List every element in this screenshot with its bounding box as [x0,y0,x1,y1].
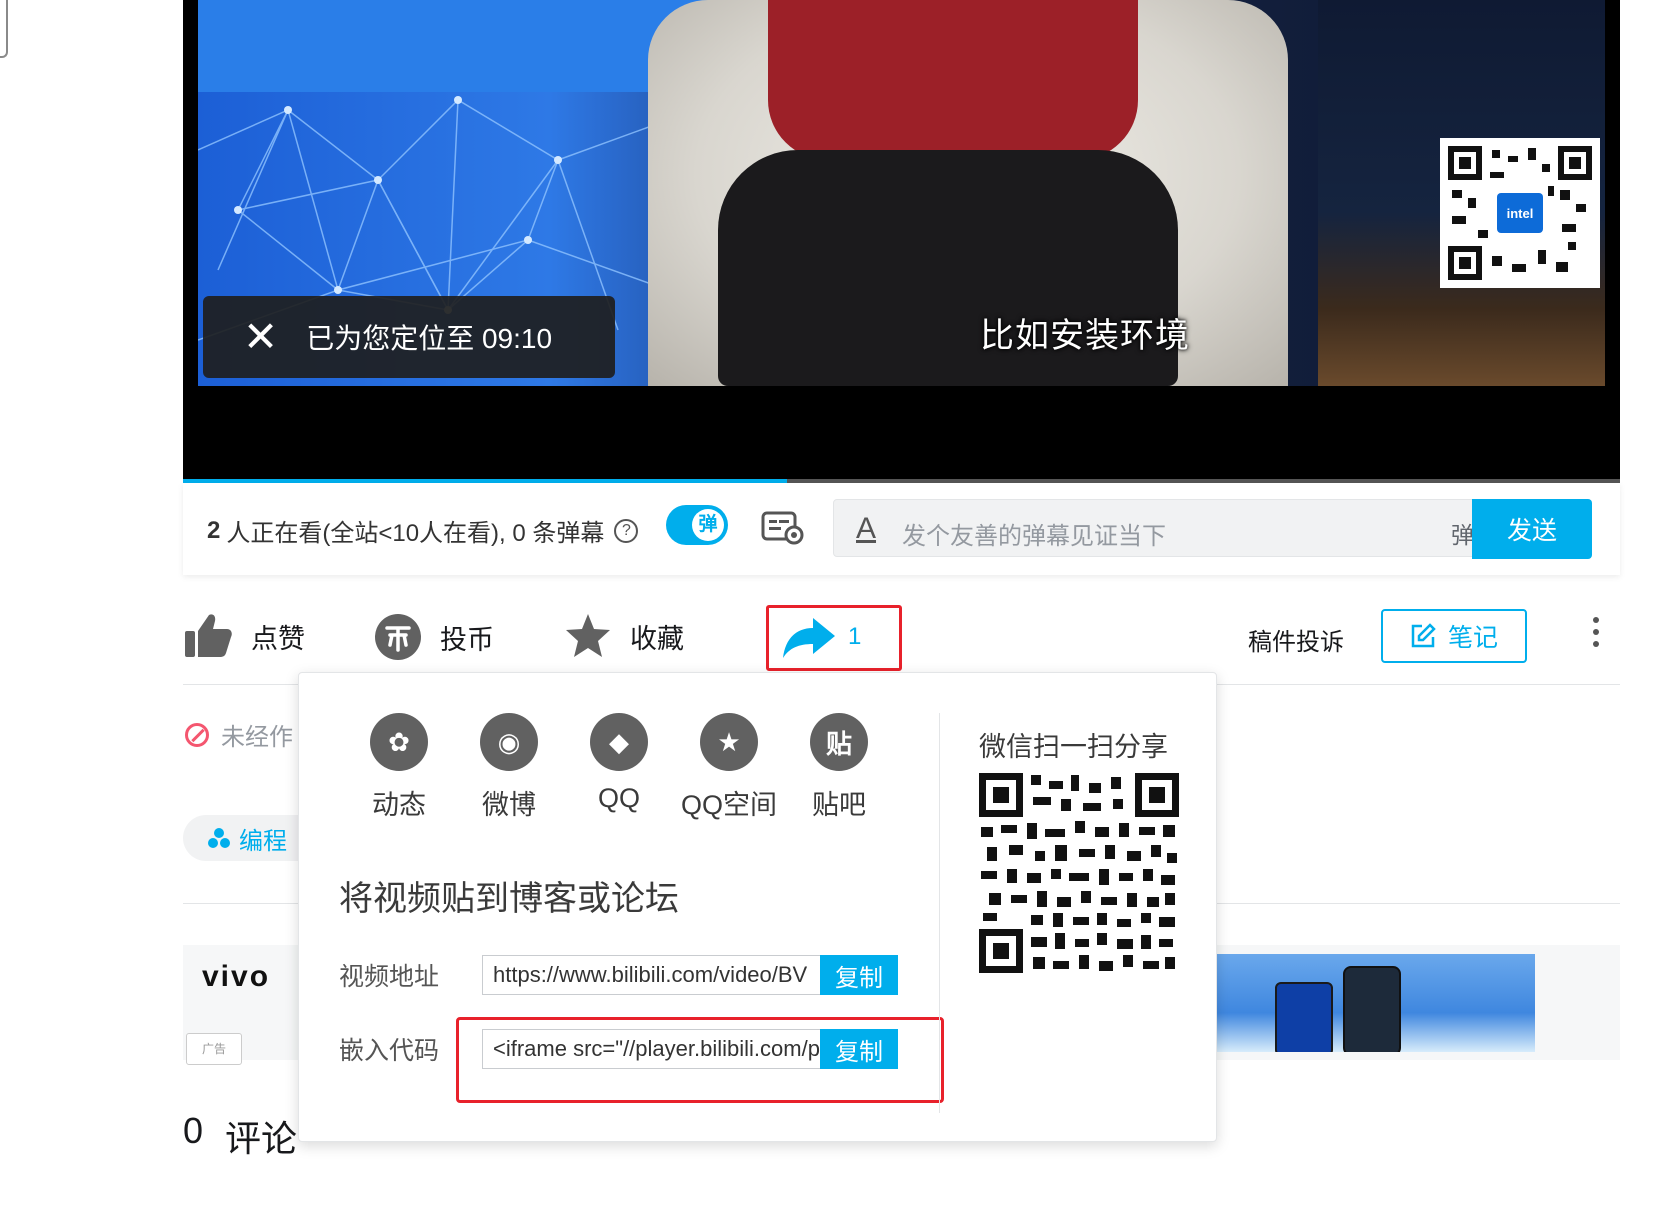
report-link[interactable]: 稿件投诉 [1248,622,1344,657]
share-button-highlight[interactable] [766,605,902,671]
wechat-qr-code [979,773,1179,973]
coin-icon [375,614,421,660]
no-repost-notice: 未经作 [185,717,293,752]
share-popup: ✿ 动态 ◉ 微博 ◆ QQ ★ QQ空间 贴 贴吧 将视频贴到博客或论坛 视频… [298,672,1217,1142]
notes-label: 笔记 [1447,624,1498,652]
danmaku-settings-icon[interactable] [761,509,805,545]
ad-mark: 广告 [186,1033,242,1065]
wechat-share-title: 微信扫一扫分享 [979,732,1168,762]
share-target-label: 贴吧 [812,790,866,820]
phone-image [1275,982,1333,1052]
send-danmaku-button[interactable]: 发送 [1472,499,1592,559]
video-backdrop-banner [198,0,718,92]
font-style-icon[interactable]: A [856,512,876,546]
viewer-count: 2 人正在看(全站<10人在看), 0 条弹幕 ? [207,513,639,548]
video-url-row: 视频地址 https://www.bilibili.com/video/BV 复… [339,955,898,995]
tieba-icon: 贴 [810,713,868,771]
share-target-label: 动态 [372,790,426,820]
weibo-icon: ◉ [480,713,538,771]
qzone-icon: ★ [700,713,758,771]
help-icon[interactable]: ? [614,518,639,543]
embed-section-title: 将视频贴到博客或论坛 [339,880,679,918]
favorite-label: 收藏 [630,623,684,654]
video-url-label: 视频地址 [339,963,440,991]
coin-button[interactable]: 投币 [374,613,494,661]
like-label: 点赞 [251,623,305,654]
no-repost-text: 未经作 [221,724,293,751]
presenter-shirt [768,0,1138,160]
embed-code-highlight [456,1017,944,1103]
share-target-qq[interactable]: ◆ QQ [564,713,674,822]
video-actions: 点赞 投币 收藏 1 稿件投诉 笔记 [183,605,1620,675]
star-icon [566,614,610,657]
close-icon[interactable]: ✕ [243,316,278,358]
tag-icon [208,828,230,848]
comment-label: 评论 [225,1118,298,1159]
window-edge [0,0,8,58]
share-target-tieba[interactable]: 贴 贴吧 [784,713,894,822]
toast-text: 已为您定位至 09:10 [306,323,553,354]
video-player[interactable]: intel 比如安装环境 [183,0,1620,482]
share-target-label: 微博 [482,790,536,820]
like-button[interactable]: 点赞 [183,613,305,659]
notes-button[interactable]: 笔记 [1381,609,1527,663]
share-target-label: QQ空间 [680,790,777,820]
share-count: 1 [848,623,862,650]
ban-icon [185,722,209,747]
danmaku-placeholder: 发个友善的弹幕见证当下 [902,523,1166,550]
video-qr-code: intel [1440,138,1600,288]
share-target-qzone[interactable]: ★ QQ空间 [674,713,784,822]
favorite-button[interactable]: 收藏 [564,613,684,659]
copy-url-button[interactable]: 复制 [820,955,898,995]
viewer-number: 2 [207,516,221,544]
coin-label: 投币 [440,624,494,655]
tag-label: 编程 [239,827,287,855]
video-subtitle: 比如安装环境 [980,317,1190,355]
edit-note-icon [1411,623,1436,648]
vivo-logo: vivo [202,960,271,993]
video-url-field[interactable]: https://www.bilibili.com/video/BV [482,955,820,995]
qq-icon: ◆ [590,713,648,771]
intel-logo: intel [1497,193,1543,233]
thumbs-up-icon [185,614,232,657]
popup-divider [939,713,940,1113]
viewer-text: 人正在看(全站<10人在看), 0 条弹幕 [226,520,605,547]
ad-banner-image[interactable] [1215,954,1535,1052]
comment-header: 0 评论 [183,1110,297,1162]
danmaku-toggle[interactable]: 弹 [666,505,728,545]
danmaku-toggle-knob: 弹 [692,509,724,541]
phone-image [1343,966,1401,1052]
dynamic-icon: ✿ [370,713,428,771]
more-options-icon[interactable] [1593,617,1603,653]
share-arrow-icon [783,618,835,658]
comment-count: 0 [183,1110,204,1151]
danmaku-bar: 2 人正在看(全站<10人在看), 0 条弹幕 ? 弹 A 发个友善的弹幕见证当… [183,483,1620,575]
share-targets: ✿ 动态 ◉ 微博 ◆ QQ ★ QQ空间 贴 贴吧 [344,713,894,822]
share-target-weibo[interactable]: ◉ 微博 [454,713,564,822]
share-target-label: QQ [597,783,640,813]
share-target-dynamic[interactable]: ✿ 动态 [344,713,454,822]
resume-position-toast: ✕ 已为您定位至 09:10 [203,296,615,378]
